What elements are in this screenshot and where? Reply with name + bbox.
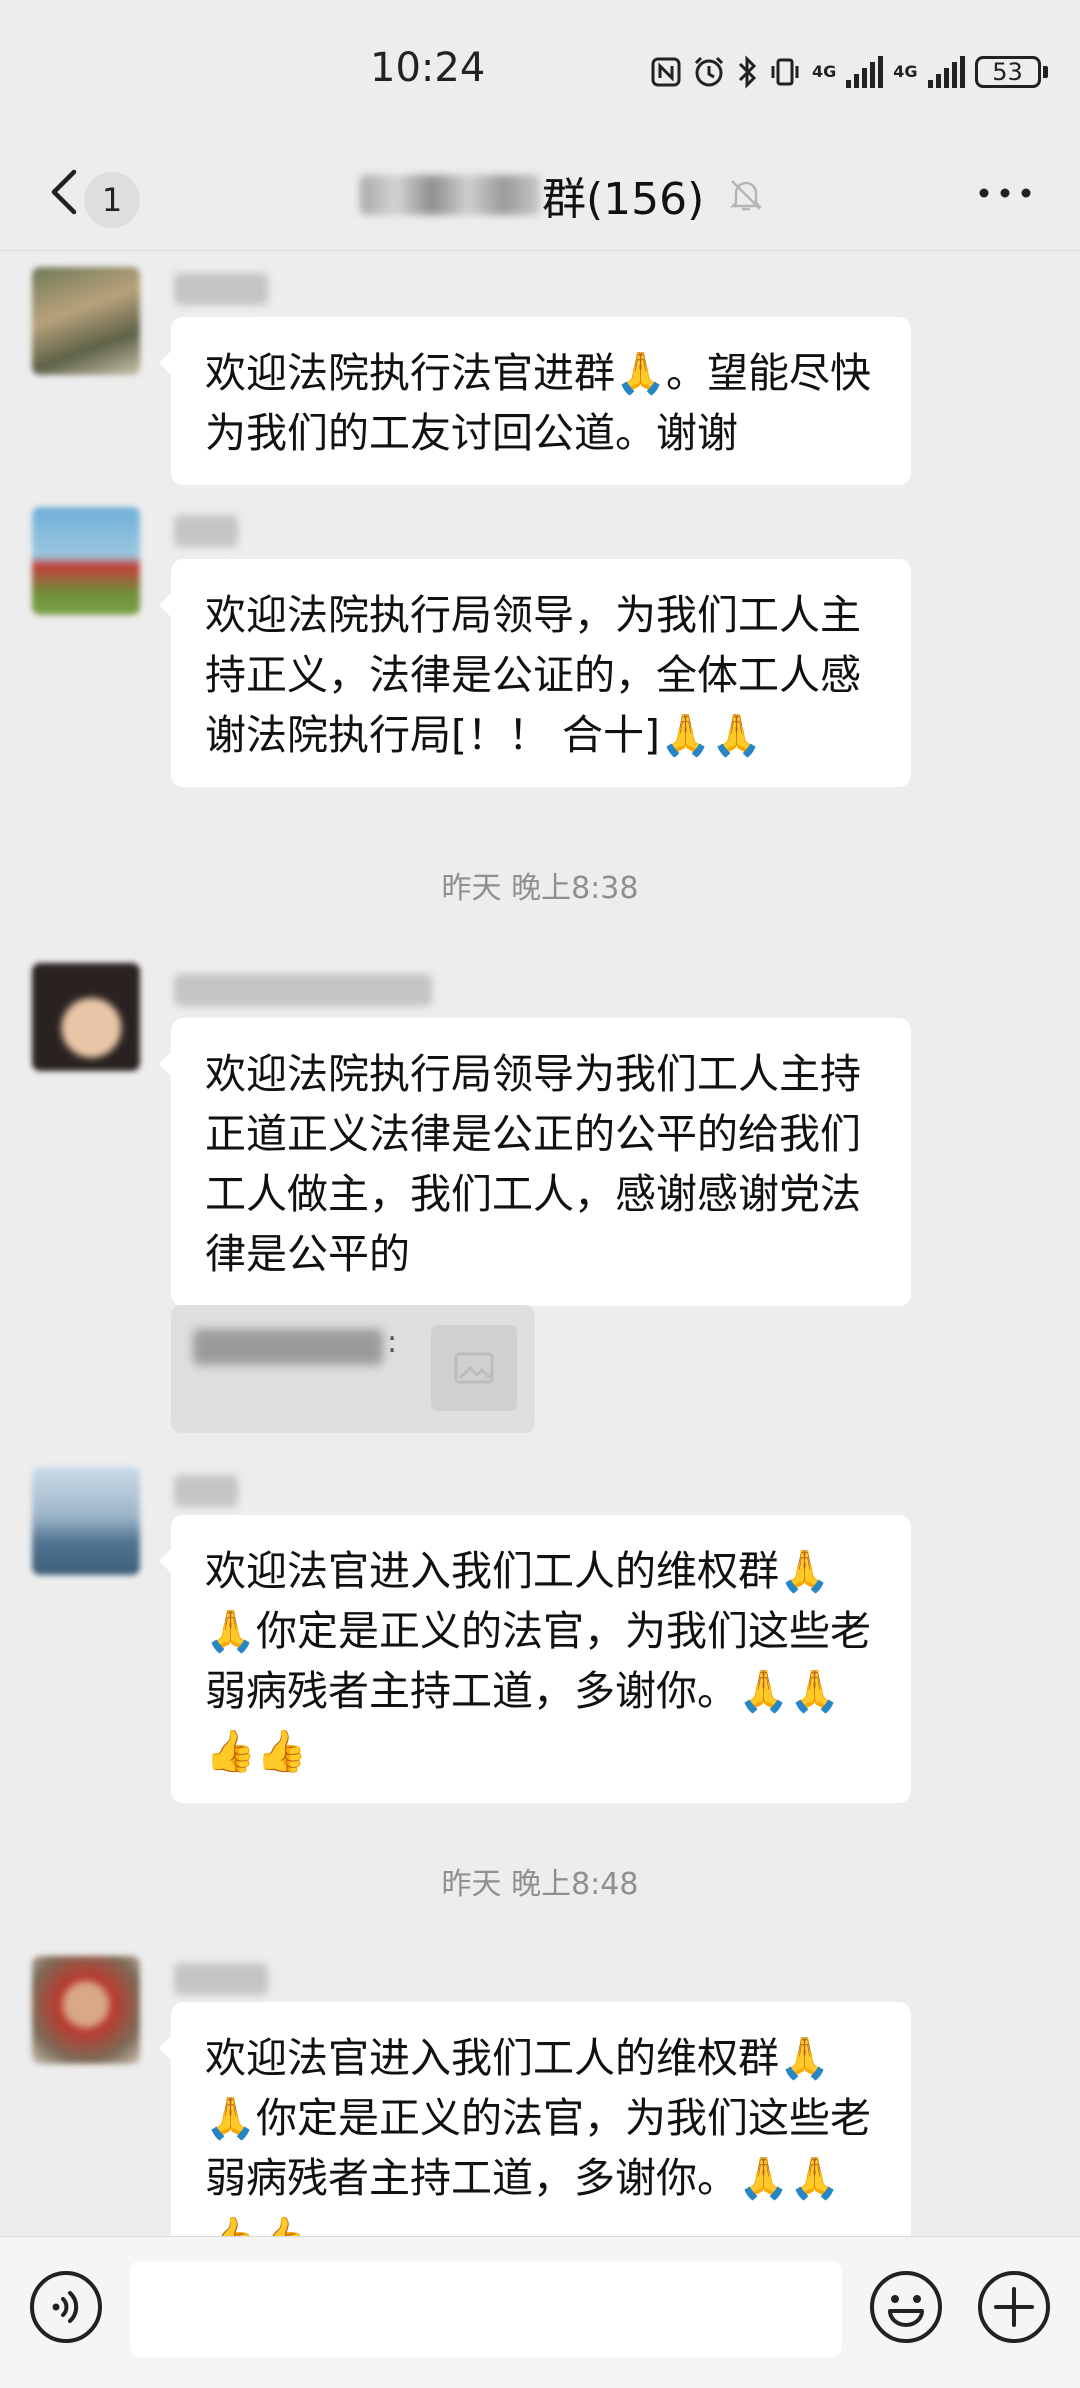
timestamp: 昨天 晚上8:48 <box>441 1867 639 1902</box>
input-bar <box>0 2236 1080 2388</box>
add-icon[interactable] <box>976 2269 1052 2345</box>
bluetooth-icon <box>738 55 757 89</box>
signal-bars-icon-2 <box>927 56 965 88</box>
alarm-icon <box>694 56 724 87</box>
message-bubble[interactable]: 欢迎法官进入我们工人的维权群🙏🙏你定是正义的法官，为我们这些老弱病残者主持工道，… <box>159 1515 911 1803</box>
message-input[interactable] <box>130 2261 842 2357</box>
sender-name-redacted <box>174 974 432 1006</box>
quoted-message[interactable]: : <box>171 1305 535 1433</box>
sender-name-redacted <box>174 1963 268 1995</box>
chat-title: 群(156) <box>360 162 766 228</box>
status-time: 10:24 <box>370 45 486 91</box>
more-icon[interactable] <box>975 178 1035 208</box>
avatar[interactable] <box>32 1467 140 1575</box>
avatar[interactable] <box>32 1956 140 2064</box>
timestamp: 昨天 晚上8:38 <box>441 871 639 906</box>
group-name-redacted <box>360 175 540 215</box>
voice-icon[interactable] <box>28 2269 104 2345</box>
status-icons: 4G 4G 53 <box>650 50 1048 94</box>
sender-name-redacted <box>174 1475 238 1507</box>
avatar[interactable] <box>32 267 140 375</box>
signal-bars-icon-1 <box>846 56 884 88</box>
message-bubble[interactable]: 欢迎法院执行局领导为我们工人主持正道正义法律是公正的公平的给我们工人做主，我们工… <box>159 1018 911 1306</box>
sender-name-redacted <box>174 273 268 305</box>
vibrate-icon <box>771 58 799 86</box>
network-4g-label-2: 4G <box>893 62 918 81</box>
network-4g-label-1: 4G <box>812 62 837 81</box>
image-icon[interactable] <box>431 1325 517 1411</box>
message-bubble[interactable]: 欢迎法院执行法官进群🙏。望能尽快为我们的工友讨回公道。谢谢 <box>159 317 911 485</box>
quote-colon: : <box>387 1325 398 1360</box>
mute-bell-icon <box>730 180 763 211</box>
group-title-suffix: 群(156) <box>542 174 705 225</box>
chat-header: 1 群(156) <box>0 140 1080 251</box>
battery-icon: 53 <box>974 56 1048 88</box>
avatar[interactable] <box>32 963 140 1071</box>
battery-level: 53 <box>974 56 1041 88</box>
avatar[interactable] <box>32 507 140 615</box>
emoji-icon[interactable] <box>868 2269 944 2345</box>
message-bubble[interactable]: 欢迎法院执行局领导，为我们工人主持正义，法律是公证的，全体工人感谢法院执行局[！… <box>159 559 911 787</box>
unread-count-badge[interactable]: 1 <box>84 172 140 228</box>
sender-name-redacted <box>174 515 238 547</box>
quoted-sender-redacted <box>193 1329 383 1365</box>
message-list[interactable]: 欢迎法院执行法官进群🙏。望能尽快为我们的工友讨回公道。谢谢 欢迎法院执行局领导，… <box>0 251 1080 2236</box>
status-bar: 10:24 4G 4G 53 <box>0 0 1080 140</box>
message-bubble[interactable]: 欢迎法官进入我们工人的维权群🙏🙏你定是正义的法官，为我们这些老弱病残者主持工道，… <box>159 2002 911 2236</box>
nfc-icon <box>651 57 681 87</box>
